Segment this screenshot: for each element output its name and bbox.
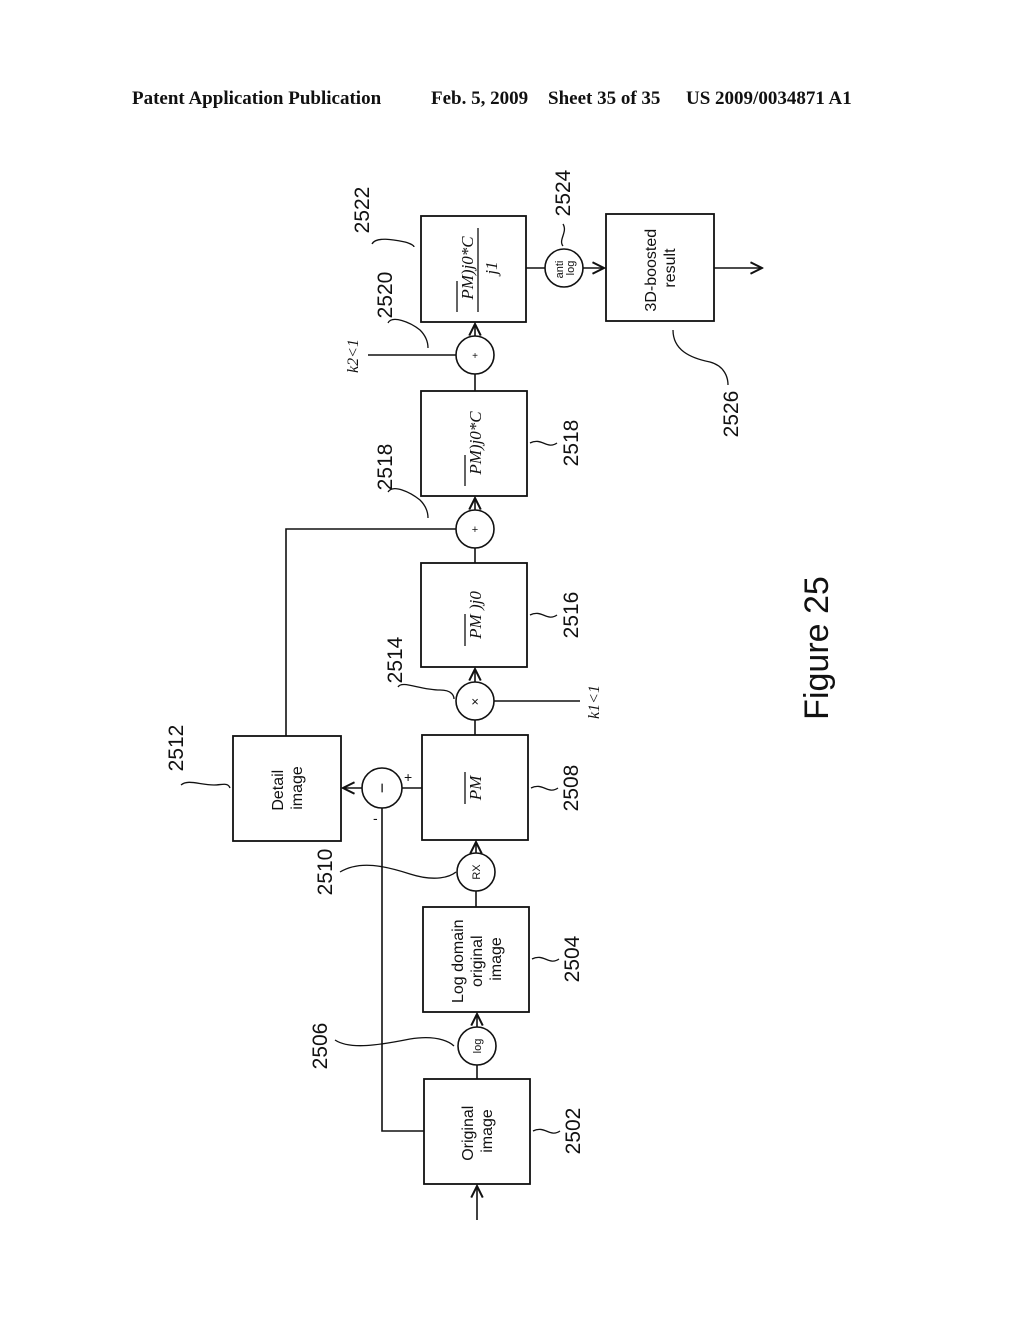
ref-2502: 2502 (532, 1108, 585, 1155)
leader-line (180, 781, 231, 789)
leader-line (530, 785, 559, 791)
block-log-domain-original-image: Log domain original image (422, 906, 530, 1013)
operator-label: log (472, 1039, 484, 1054)
ref-2508: 2508 (530, 765, 583, 812)
leader-line (560, 223, 566, 247)
operator-label: log (565, 261, 577, 276)
svg-text:PM)j0*C: PM)j0*C (458, 236, 477, 301)
operator-label: × (471, 694, 479, 709)
block-label-line: image (479, 1109, 496, 1153)
reference-number: 2520 (374, 272, 397, 319)
reference-number: 2508 (560, 765, 583, 812)
reference-number: 2510 (314, 849, 337, 896)
ref-2512: 2512 (165, 725, 231, 789)
block-label-line: 3D-boosted (643, 229, 660, 312)
plus-input-sign: + (404, 769, 412, 785)
leader-line (532, 1128, 561, 1134)
formula-pm: PM (458, 274, 477, 300)
svg-text:anti log: anti log (554, 258, 577, 279)
constant-k1: k1<1 (586, 685, 603, 719)
operator-subtract: − + - (361, 767, 412, 826)
reference-number: 2526 (720, 391, 743, 438)
formula-pm: PM (466, 775, 485, 801)
block-pm-j0: PM )j0 (420, 562, 528, 668)
operator-sum-1: + (455, 509, 495, 549)
block-pm-bar: PM (421, 734, 529, 841)
operator-rx: RX (456, 852, 496, 892)
reference-number: 2512 (165, 725, 188, 772)
leader-line (334, 1037, 455, 1047)
leader-line (339, 864, 457, 879)
operator-label: − (372, 783, 392, 794)
leader-line (387, 318, 429, 349)
block-label-line: image (289, 766, 306, 810)
constant-k2: k2<1 (345, 339, 362, 373)
ref-2504: 2504 (531, 935, 584, 982)
leader-line (397, 683, 455, 700)
reference-number: 2502 (562, 1108, 585, 1155)
reference-number: 2504 (561, 935, 584, 982)
operator-label: + (472, 524, 478, 536)
block-pm-j0-c: PM)j0*C (420, 390, 528, 497)
block-label-line: image (488, 937, 505, 981)
block-detail-image: Detail image (232, 735, 342, 842)
operator-antilog: anti log (544, 248, 584, 288)
block-3d-boosted-result: 3D-boosted result (605, 213, 715, 322)
block-label-line: result (662, 248, 679, 288)
leader-line (672, 329, 729, 386)
leader-line (529, 612, 558, 618)
svg-text:PM)j0*C: PM)j0*C (466, 411, 485, 476)
leader-line (529, 440, 558, 446)
ref-2520: 2520 (374, 272, 429, 349)
reference-number: 2522 (351, 187, 374, 234)
operator-multiply: × (455, 681, 495, 721)
block-label-line: Detail (270, 770, 287, 811)
reference-number: 2518 (560, 420, 583, 467)
ref-2522: 2522 (351, 187, 415, 248)
formula-rest: )j0*C (458, 236, 477, 276)
formula-rest: )j0*C (466, 411, 485, 451)
figure-caption: Figure 25 (798, 576, 836, 720)
ref-2518-block: 2518 (529, 420, 583, 467)
operator-label: + (472, 351, 478, 362)
block-label-line: Original (460, 1106, 477, 1161)
formula-pm: PM (466, 613, 485, 639)
formula-denominator: j1 (482, 261, 501, 276)
operator-sum-2: + (455, 335, 495, 375)
operator-log: log (457, 1026, 497, 1066)
block-label-line: original (469, 935, 486, 987)
formula-pm: PM (466, 449, 485, 475)
wire-original-to-subtract (381, 808, 424, 1132)
reference-number: 2518 (374, 444, 397, 491)
svg-text:PM )j0: PM )j0 (466, 591, 485, 640)
block-diagram: Original image Log domain original image… (165, 169, 836, 1220)
ref-2516: 2516 (529, 592, 583, 639)
ref-2510: 2510 (314, 849, 457, 896)
reference-number: 2516 (560, 592, 583, 639)
ref-2524: 2524 (552, 169, 575, 247)
ref-2526: 2526 (672, 329, 743, 438)
block-label-line: Log domain (450, 919, 467, 1003)
reference-number: 2524 (552, 169, 575, 216)
formula-rest: )j0 (466, 591, 485, 615)
operator-label: RX (471, 864, 483, 880)
reference-number: 2506 (309, 1023, 332, 1070)
leader-line (531, 956, 560, 962)
leader-line (371, 238, 415, 248)
ref-2518-sum: 2518 (374, 444, 429, 519)
block-pm-j0-c-over-j1: PM)j0*C j1 (420, 215, 527, 323)
minus-input-sign: - (373, 810, 378, 826)
reference-number: 2514 (384, 636, 407, 683)
block-original-image: Original image (423, 1078, 531, 1185)
